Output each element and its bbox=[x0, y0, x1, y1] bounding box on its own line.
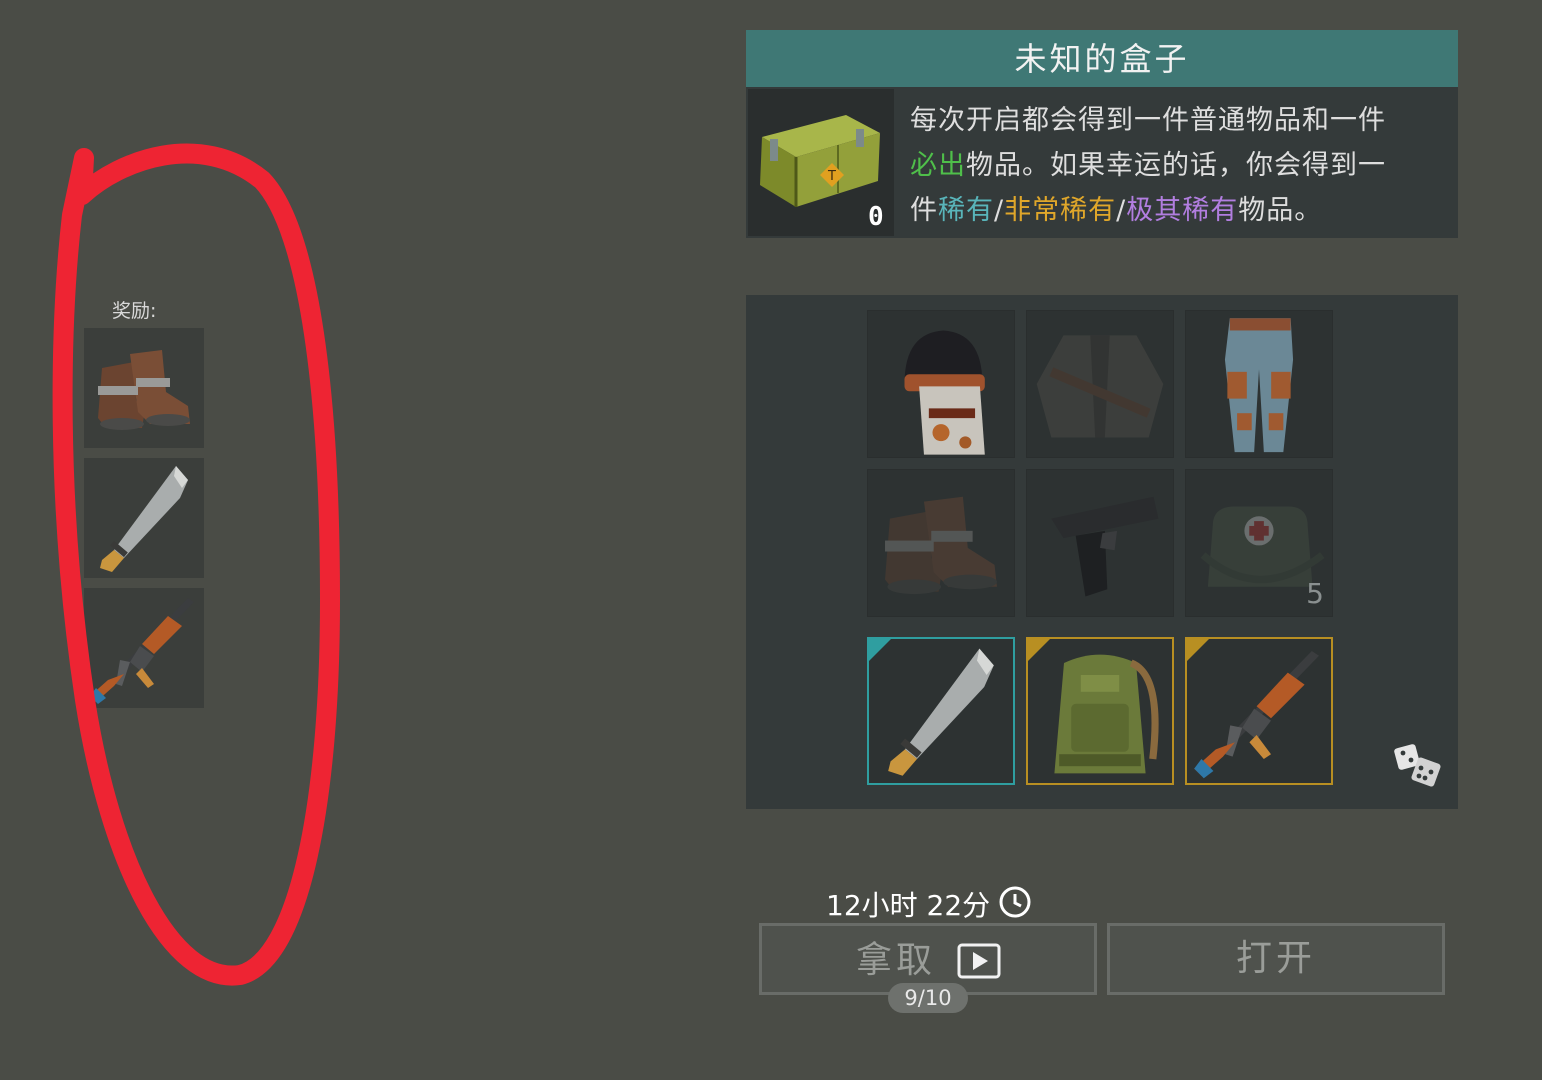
crate-count: 0 bbox=[868, 202, 884, 232]
desc-very-rare: 非常稀有 bbox=[1004, 195, 1117, 226]
take-counter-badge: 9/10 bbox=[888, 983, 968, 1013]
desc-line1: 每次开启都会得到一件普通物品和一件 bbox=[910, 105, 1386, 136]
box-title: 未知的盒子 bbox=[746, 30, 1458, 87]
desc-suffix3: 物品。 bbox=[1238, 195, 1323, 226]
pistol-icon bbox=[1027, 470, 1173, 616]
video-play-icon bbox=[957, 943, 1001, 979]
loot-slot-medkit-bag[interactable]: 5 bbox=[1185, 469, 1333, 617]
desc-sep1: / bbox=[994, 195, 1005, 226]
loot-slot-boots[interactable] bbox=[867, 469, 1015, 617]
loot-slot-helmet[interactable] bbox=[867, 310, 1015, 458]
desc-prefix3: 件 bbox=[910, 195, 938, 226]
jacket-icon bbox=[1027, 311, 1173, 457]
loot-slot-pants[interactable] bbox=[1185, 310, 1333, 458]
desc-guaranteed: 必出 bbox=[910, 150, 966, 181]
rarity-corner bbox=[1187, 639, 1209, 661]
reward-slot-machete[interactable] bbox=[84, 458, 204, 578]
dice-icon[interactable] bbox=[1392, 740, 1442, 792]
rarity-corner bbox=[869, 639, 891, 661]
timer-text: 12小时 22分 bbox=[826, 889, 991, 922]
clock-icon bbox=[999, 886, 1031, 918]
loot-slot-backpack[interactable] bbox=[1026, 637, 1174, 785]
desc-sep2: / bbox=[1116, 195, 1127, 226]
desc-rare: 稀有 bbox=[938, 195, 994, 226]
boots-icon bbox=[868, 470, 1014, 616]
rewards-label: 奖励: bbox=[112, 300, 157, 322]
loot-slot-ak-rifle[interactable] bbox=[1185, 637, 1333, 785]
svg-text:T: T bbox=[827, 169, 836, 184]
loot-slot-pistol[interactable] bbox=[1026, 469, 1174, 617]
boots-icon bbox=[84, 328, 204, 448]
ak-rifle-icon bbox=[84, 588, 204, 708]
desc-line2: 物品。如果幸运的话，你会得到一 bbox=[966, 150, 1386, 181]
reward-slot-ak-rifle[interactable] bbox=[84, 588, 204, 708]
loot-slot-machete[interactable] bbox=[867, 637, 1015, 785]
open-button[interactable]: 打开 bbox=[1107, 923, 1445, 995]
box-description: 每次开启都会得到一件普通物品和一件 必出物品。如果幸运的话，你会得到一 件稀有/… bbox=[910, 98, 1450, 233]
desc-extremely-rare: 极其稀有 bbox=[1126, 195, 1239, 226]
machete-icon bbox=[84, 458, 204, 578]
medkit-count: 5 bbox=[1306, 577, 1324, 610]
helmet-icon bbox=[868, 311, 1014, 457]
loot-slot-jacket[interactable] bbox=[1026, 310, 1174, 458]
rarity-corner bbox=[1028, 639, 1050, 661]
reward-slot-boots[interactable] bbox=[84, 328, 204, 448]
pants-icon bbox=[1186, 311, 1332, 457]
